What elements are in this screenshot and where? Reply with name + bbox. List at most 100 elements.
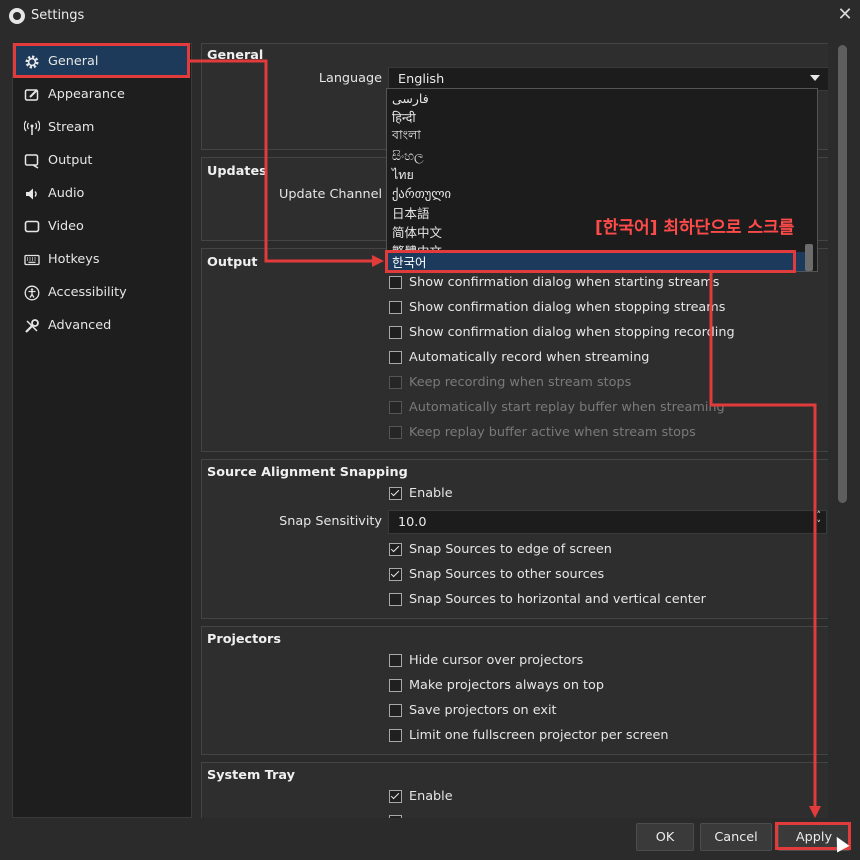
sidebar-item-label: Audio	[48, 186, 85, 201]
ok-button[interactable]: OK	[636, 823, 694, 851]
checkbox-label: Make projectors always on top	[409, 677, 605, 693]
sidebar-item-label: Output	[48, 153, 93, 168]
checkbox-row[interactable]: Show confirmation dialog when stopping s…	[389, 297, 725, 317]
settings-scrollbar-thumb[interactable]	[838, 45, 847, 503]
accessibility-icon	[23, 284, 41, 302]
checkbox-row[interactable]: Save projectors on exit	[389, 700, 557, 720]
sidebar-item-label: Hotkeys	[48, 252, 100, 267]
checkbox-label: Enable	[409, 788, 453, 804]
checkbox-label: Hide cursor over projectors	[409, 652, 584, 668]
sidebar-item-advanced[interactable]: Advanced	[15, 310, 189, 341]
sidebar-item-stream[interactable]: Stream	[15, 112, 189, 143]
snapping-group: Source Alignment Snapping Enable Snap Se…	[201, 459, 828, 619]
sidebar-item-appearance[interactable]: Appearance	[15, 79, 189, 110]
highlight-general	[13, 43, 190, 78]
checkbox[interactable]	[389, 350, 402, 364]
language-option[interactable]: ქართული	[388, 184, 807, 203]
language-option[interactable]: বাংলা	[388, 127, 807, 146]
checkbox[interactable]	[389, 592, 402, 606]
checkbox-row[interactable]: Snap Sources to horizontal and vertical …	[389, 589, 706, 609]
language-option[interactable]: සිංහල	[388, 146, 807, 165]
cancel-button[interactable]: Cancel	[700, 823, 772, 851]
language-option[interactable]: हिन्दी	[388, 108, 807, 127]
checkbox-row[interactable]: Snap Sources to other sources	[389, 564, 604, 584]
language-option[interactable]: فارسی	[388, 89, 807, 108]
checkbox	[389, 425, 402, 439]
sidebar-item-audio[interactable]: Audio	[15, 178, 189, 209]
settings-sidebar: General Appearance Stream Output Audio V…	[12, 43, 192, 818]
group-title-general: General	[207, 48, 264, 63]
checkbox-label: Show confirmation dialog when starting s…	[409, 274, 720, 290]
checkbox[interactable]	[389, 789, 402, 803]
output-icon	[23, 152, 41, 170]
checkbox	[389, 400, 402, 414]
checkbox-row[interactable]: Hide cursor over projectors	[389, 650, 583, 670]
checkbox-row-disabled: Keep replay buffer active when stream st…	[389, 422, 696, 442]
checkbox-row-partial[interactable]	[389, 811, 409, 818]
snap-sensitivity-value: 10.0	[398, 514, 427, 530]
checkbox-label: Keep recording when stream stops	[409, 374, 632, 390]
appearance-icon	[23, 86, 41, 104]
checkbox-row[interactable]: Enable	[389, 786, 453, 806]
sidebar-item-label: Appearance	[48, 87, 125, 102]
checkbox[interactable]	[389, 325, 402, 339]
checkbox-row-disabled: Automatically start replay buffer when s…	[389, 397, 725, 417]
checkbox-label: Show confirmation dialog when stopping r…	[409, 324, 735, 340]
checkbox-row[interactable]: Snap Sources to edge of screen	[389, 539, 612, 559]
checkbox[interactable]	[389, 300, 402, 314]
update-channel-label: Update Channel	[279, 187, 382, 202]
group-title-system-tray: System Tray	[207, 768, 295, 783]
chevron-down-icon	[810, 75, 820, 81]
sidebar-item-label: Stream	[48, 120, 95, 135]
checkbox-row[interactable]: Show confirmation dialog when starting s…	[389, 272, 719, 292]
highlight-korean-option	[385, 250, 796, 273]
group-title-updates: Updates	[207, 164, 267, 179]
checkbox[interactable]	[389, 567, 402, 581]
checkbox-row[interactable]: Show confirmation dialog when stopping r…	[389, 322, 735, 342]
checkbox-row[interactable]: Make projectors always on top	[389, 675, 604, 695]
checkbox-label: Show confirmation dialog when stopping s…	[409, 299, 726, 315]
speaker-icon	[23, 185, 41, 203]
dropdown-scrollbar-thumb[interactable]	[805, 244, 813, 271]
sidebar-item-label: Accessibility	[48, 285, 127, 300]
title-bar	[0, 0, 860, 32]
checkbox-row[interactable]: Automatically record when streaming	[389, 347, 649, 367]
checkbox-label: Enable	[409, 485, 453, 501]
checkbox[interactable]	[389, 703, 402, 717]
close-icon[interactable]: ✕	[834, 4, 856, 26]
group-title-output: Output	[207, 255, 258, 270]
checkbox-label: Automatically record when streaming	[409, 349, 650, 365]
checkbox-row[interactable]: Limit one fullscreen projector per scree…	[389, 725, 668, 745]
checkbox[interactable]	[389, 728, 402, 742]
window-title: Settings	[31, 8, 85, 23]
checkbox[interactable]	[389, 678, 402, 692]
sidebar-item-output[interactable]: Output	[15, 145, 189, 176]
checkbox[interactable]	[389, 275, 402, 289]
checkbox	[389, 375, 402, 389]
language-dropdown-list[interactable]: فارسی हिन्दी বাংলা සිංහල ไทย ქართული 日本語…	[386, 88, 818, 272]
checkbox[interactable]	[389, 542, 402, 556]
system-tray-group: System Tray Enable	[201, 762, 828, 818]
language-select-value: English	[398, 71, 445, 87]
wrench-icon	[23, 317, 41, 335]
checkbox-label: Save projectors on exit	[409, 702, 557, 718]
checkbox-label: Snap Sources to horizontal and vertical …	[409, 591, 706, 607]
stream-antenna-icon	[23, 119, 41, 137]
checkbox-label: Keep replay buffer active when stream st…	[409, 424, 696, 440]
spin-arrows-icon: ˄ ˅	[816, 511, 822, 530]
sidebar-item-video[interactable]: Video	[15, 211, 189, 242]
group-title-projectors: Projectors	[207, 632, 281, 647]
checkbox-label: Snap Sources to other sources	[409, 566, 605, 582]
checkbox[interactable]	[389, 814, 402, 818]
sidebar-item-hotkeys[interactable]: Hotkeys	[15, 244, 189, 275]
checkbox-label: Limit one fullscreen projector per scree…	[409, 727, 669, 743]
language-option[interactable]: ไทย	[388, 165, 807, 184]
snap-sensitivity-spinbox[interactable]: 10.0 ˄ ˅	[388, 510, 827, 534]
output-group: Output Show confirmation dialog when sta…	[201, 248, 828, 452]
checkbox[interactable]	[389, 486, 402, 500]
checkbox-row[interactable]: Enable	[389, 483, 453, 503]
checkbox-label: Snap Sources to edge of screen	[409, 541, 612, 557]
projectors-group: Projectors Hide cursor over projectors M…	[201, 626, 828, 755]
sidebar-item-accessibility[interactable]: Accessibility	[15, 277, 189, 308]
checkbox[interactable]	[389, 653, 402, 667]
